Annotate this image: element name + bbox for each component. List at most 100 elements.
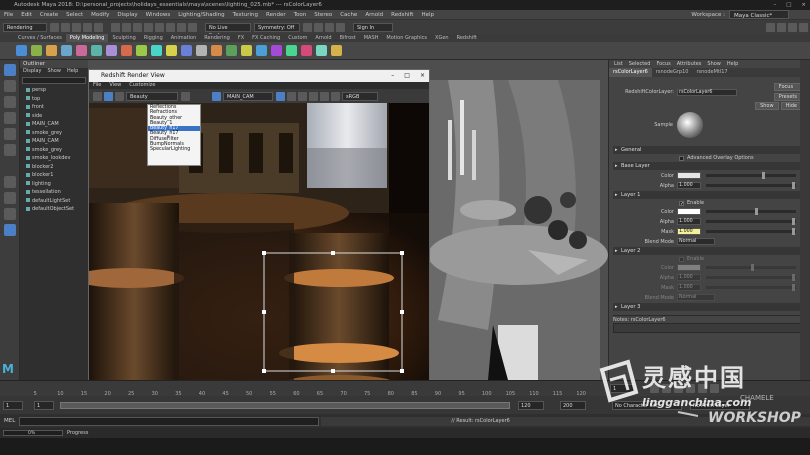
- snapshot-icon[interactable]: [115, 91, 124, 101]
- shelf-tab-rigging[interactable]: Rigging: [140, 34, 167, 42]
- ipr-render-icon[interactable]: [314, 22, 323, 32]
- outliner-item[interactable]: blocker1: [20, 171, 88, 180]
- ae-base-color-swatch[interactable]: [677, 172, 701, 179]
- ae-notes-field[interactable]: [613, 323, 806, 333]
- channel-box-icon[interactable]: [799, 22, 808, 32]
- render-view-menu-customize[interactable]: Customize: [125, 82, 159, 89]
- rotate-tool-icon[interactable]: [4, 128, 16, 140]
- render-view-minimize-button[interactable]: –: [391, 70, 394, 82]
- outliner-item[interactable]: top: [20, 95, 88, 104]
- shelf-tab-mash[interactable]: MASH: [360, 34, 383, 42]
- shelf-tab-poly-modeling[interactable]: Poly Modeling: [65, 34, 109, 42]
- ae-advanced-checkbox[interactable]: [679, 155, 684, 161]
- shelf-tab-fx[interactable]: FX: [234, 34, 248, 42]
- render-start-icon[interactable]: [93, 91, 102, 101]
- scale-tool-icon[interactable]: [4, 144, 16, 156]
- outliner-item[interactable]: MAIN_CAM: [20, 137, 88, 146]
- ae-focus-button[interactable]: Focus: [773, 83, 802, 91]
- menu-modify[interactable]: Modify: [87, 10, 113, 20]
- menu-lighting[interactable]: Lighting/Shading: [174, 10, 228, 20]
- outliner-layout-icon[interactable]: [4, 208, 16, 220]
- ae-layer2-color-slider[interactable]: [706, 264, 796, 271]
- ae-tab-nodemtl[interactable]: rsnodeMtl17: [692, 68, 731, 77]
- ae-tab-colorlayer[interactable]: rsColorLayer6: [609, 68, 652, 77]
- shelf-tool-icon[interactable]: [331, 45, 342, 56]
- ae-hide-button[interactable]: Hide: [780, 102, 802, 110]
- save-scene-icon[interactable]: [72, 22, 81, 32]
- shelf-tool-icon[interactable]: [256, 45, 267, 56]
- outliner-item[interactable]: smoke_grey: [20, 129, 88, 138]
- tool-settings-icon[interactable]: [788, 22, 797, 32]
- shelf-tool-icon[interactable]: [136, 45, 147, 56]
- ae-layer1-color-slider[interactable]: [706, 208, 796, 215]
- outliner-item[interactable]: lighting: [20, 180, 88, 189]
- outliner-item[interactable]: defaultObjectSet: [20, 205, 88, 214]
- shelf-tab-rendering[interactable]: Rendering: [200, 34, 234, 42]
- menu-texturing[interactable]: Texturing: [229, 10, 262, 20]
- shelf-tool-icon[interactable]: [76, 45, 87, 56]
- menu-stereo[interactable]: Stereo: [310, 10, 336, 20]
- aov-option[interactable]: SpecularLighting: [148, 147, 200, 152]
- symmetry-dropdown[interactable]: Symmetry: Off: [254, 22, 300, 32]
- snap-point-icon[interactable]: [166, 22, 175, 32]
- menu-redshift[interactable]: Redshift: [387, 10, 417, 20]
- camera-lock-icon[interactable]: [212, 91, 221, 101]
- ae-layer1-blend-dropdown[interactable]: Normal: [677, 238, 715, 245]
- lut-icon[interactable]: [331, 91, 340, 101]
- render-settings-icon[interactable]: [325, 22, 334, 32]
- outliner-item[interactable]: MAIN_CAM: [20, 120, 88, 129]
- shelf-tool-icon[interactable]: [241, 45, 252, 56]
- shelf-tab-sculpting[interactable]: Sculpting: [108, 34, 139, 42]
- menu-windows[interactable]: Windows: [142, 10, 175, 20]
- select-hierarchy-icon[interactable]: [111, 22, 120, 32]
- ae-layer2-mask-field[interactable]: 1.000: [677, 284, 701, 291]
- shelf-tool-icon[interactable]: [226, 45, 237, 56]
- shelf-tool-icon[interactable]: [106, 45, 117, 56]
- shelf-tool-icon[interactable]: [121, 45, 132, 56]
- menu-file[interactable]: File: [0, 10, 17, 20]
- fit-icon[interactable]: [298, 91, 307, 101]
- close-button[interactable]: ×: [801, 0, 806, 10]
- sign-in-button[interactable]: Sign In: [353, 22, 393, 32]
- shelf-tool-icon[interactable]: [61, 45, 72, 56]
- ae-section-layer3[interactable]: Layer 3: [613, 303, 806, 311]
- ae-layer2-mask-slider[interactable]: [706, 284, 796, 291]
- select-component-icon[interactable]: [133, 22, 142, 32]
- move-tool-icon[interactable]: [4, 112, 16, 124]
- color-space-dropdown[interactable]: sRGB gamma: [342, 91, 378, 108]
- ae-section-layer1[interactable]: Layer 1: [613, 191, 806, 199]
- range-bar[interactable]: [60, 402, 510, 409]
- outliner-item[interactable]: persp: [20, 86, 88, 95]
- render-view-close-button[interactable]: ×: [420, 70, 425, 82]
- four-pane-icon[interactable]: [4, 192, 16, 204]
- workspace-dropdown[interactable]: Maya Classic*: [729, 10, 789, 19]
- range-start-field[interactable]: 1: [3, 401, 23, 410]
- attribute-editor-icon[interactable]: [777, 22, 786, 32]
- ae-menu-focus[interactable]: Focus: [653, 60, 673, 68]
- ae-base-alpha-slider[interactable]: [706, 182, 796, 189]
- ae-layer1-color-swatch[interactable]: [677, 208, 701, 215]
- ae-menu-help[interactable]: Help: [724, 60, 741, 68]
- shelf-tool-icon[interactable]: [91, 45, 102, 56]
- menu-edit[interactable]: Edit: [17, 10, 36, 20]
- snap-curve-icon[interactable]: [155, 22, 164, 32]
- ae-base-color-slider[interactable]: [706, 172, 796, 179]
- shelf-tool-icon[interactable]: [151, 45, 162, 56]
- menu-arnold[interactable]: Arnold: [361, 10, 387, 20]
- ae-layer1-mask-field[interactable]: 1.000: [677, 228, 701, 235]
- undo-icon[interactable]: [83, 22, 92, 32]
- shelf-tab-curves[interactable]: Curves / Surfaces: [14, 34, 66, 42]
- ae-menu-attributes[interactable]: Attributes: [674, 60, 705, 68]
- new-scene-icon[interactable]: [50, 22, 59, 32]
- menu-display[interactable]: Display: [113, 10, 141, 20]
- shelf-tab-arnold[interactable]: Arnold: [311, 34, 335, 42]
- shelf-tool-icon[interactable]: [166, 45, 177, 56]
- menu-help[interactable]: Help: [417, 10, 438, 20]
- modeling-toolkit-icon[interactable]: [766, 22, 775, 32]
- maximize-button[interactable]: □: [786, 0, 791, 10]
- lasso-tool-icon[interactable]: [4, 80, 16, 92]
- ae-tab-nodegrp[interactable]: rsnodeGrp10: [652, 68, 693, 77]
- camera-dropdown[interactable]: MAIN_CAM: [223, 91, 273, 101]
- render-view-menu-file[interactable]: File: [89, 82, 105, 89]
- command-lang-label[interactable]: MEL: [0, 418, 19, 424]
